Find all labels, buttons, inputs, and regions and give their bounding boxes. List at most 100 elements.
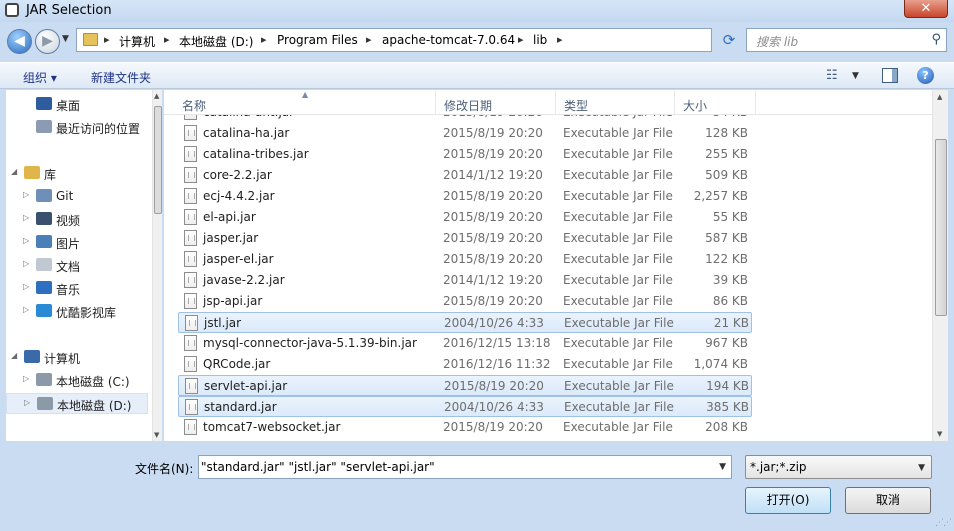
nav-item[interactable]: ▷ 音乐 xyxy=(6,278,148,299)
breadcrumb-lib[interactable]: lib xyxy=(533,33,547,47)
breadcrumb-separator-icon[interactable]: ▸ xyxy=(104,33,110,46)
collapsed-arrow-icon[interactable]: ▷ xyxy=(23,190,29,199)
expanded-arrow-icon[interactable]: ◢ xyxy=(11,351,17,360)
filename-combobox[interactable]: ▼ xyxy=(198,455,732,479)
file-row[interactable]: catalina-tribes.jar 2015/8/19 20:20 Execut… xyxy=(178,144,752,165)
new-folder-button[interactable]: 新建文件夹 xyxy=(91,69,151,86)
file-scroll-thumb[interactable] xyxy=(935,139,947,316)
file-row[interactable]: jasper.jar 2015/8/19 20:20 Executable Jar … xyxy=(178,228,752,249)
nav-item[interactable]: 桌面 xyxy=(6,94,148,115)
file-row[interactable]: catalina-ant.jar 2015/8/19 20:20 Executabl… xyxy=(178,115,752,123)
file-type: Executable Jar File xyxy=(563,252,673,266)
cancel-button[interactable]: 取消 xyxy=(845,487,931,514)
scroll-up-icon[interactable]: ▲ xyxy=(937,93,942,101)
breadcrumb-separator-icon[interactable]: ▸ xyxy=(518,33,524,46)
close-button[interactable]: ✕ xyxy=(904,0,948,18)
file-scrollbar[interactable]: ▲ ▼ xyxy=(932,90,948,441)
forward-button[interactable]: ▶ xyxy=(35,29,60,54)
collapsed-arrow-icon[interactable]: ▷ xyxy=(23,305,29,314)
collapsed-arrow-icon[interactable]: ▷ xyxy=(23,213,29,222)
view-options-icon[interactable]: ☷ xyxy=(826,68,838,83)
nav-item[interactable]: ▷ 优酷影视库 xyxy=(6,301,148,322)
file-size: 21 KB xyxy=(713,316,749,330)
file-row[interactable]: jstl.jar 2004/10/26 4:33 Executable Jar Fi… xyxy=(178,312,752,333)
file-size: 967 KB xyxy=(705,336,748,350)
nav-item[interactable]: ◢ 计算机 xyxy=(6,347,148,368)
organize-button[interactable]: 组织 ▾ xyxy=(23,69,57,86)
file-row[interactable]: standard.jar 2004/10/26 4:33 Executable Ja… xyxy=(178,396,752,417)
breadcrumb-separator-icon[interactable]: ▸ xyxy=(261,33,267,46)
file-name: catalina-ant.jar xyxy=(203,115,294,119)
nav-item[interactable]: ▷ 视频 xyxy=(6,209,148,230)
address-bar[interactable]: ▸ 计算机 ▸ 本地磁盘 (D:) ▸ Program Files ▸ apac… xyxy=(76,28,776,52)
breadcrumb-drive-d[interactable]: 本地磁盘 (D:) xyxy=(179,33,253,50)
file-size: 128 KB xyxy=(705,126,748,140)
search-icon[interactable]: ⚲ xyxy=(931,32,941,47)
file-row[interactable]: jasper-el.jar 2015/8/19 20:20 Executable J… xyxy=(178,249,752,270)
file-row[interactable]: ecj-4.4.2.jar 2015/8/19 20:20 Executable J… xyxy=(178,186,752,207)
history-dropdown-icon[interactable]: ▼ xyxy=(62,34,69,44)
title-bar: JAR Selection ✕ xyxy=(0,0,954,22)
breadcrumb-computer[interactable]: 计算机 xyxy=(119,33,155,50)
filename-input[interactable] xyxy=(201,458,711,476)
column-name[interactable]: 名称 xyxy=(174,90,436,115)
nav-item[interactable]: ▷ 本地磁盘 (C:) xyxy=(6,370,148,391)
chevron-down-icon[interactable]: ▼ xyxy=(918,463,925,473)
collapsed-arrow-icon[interactable]: ▷ xyxy=(23,259,29,268)
refresh-button[interactable]: ⟳ xyxy=(718,29,740,51)
collapsed-arrow-icon[interactable]: ▷ xyxy=(23,236,29,245)
column-type[interactable]: 类型 xyxy=(556,90,675,115)
address-row: ◀ ▶ ▼ ▸ 计算机 ▸ 本地磁盘 (D:) ▸ Program Files … xyxy=(0,22,954,58)
open-button[interactable]: 打开(O) xyxy=(745,487,831,514)
file-row[interactable]: tomcat7-websocket.jar 2015/8/19 20:20 Exec… xyxy=(178,417,752,438)
file-row[interactable]: mysql-connector-java-5.1.39-bin.jar 2016/… xyxy=(178,333,752,354)
expanded-arrow-icon[interactable]: ◢ xyxy=(11,167,17,176)
collapsed-arrow-icon[interactable]: ▷ xyxy=(23,374,29,383)
nav-item[interactable]: 最近访问的位置 xyxy=(6,117,148,138)
nav-scrollbar[interactable]: ▲ ▼ xyxy=(152,90,162,441)
file-row[interactable]: catalina-ha.jar 2015/8/19 20:20 Executable… xyxy=(178,123,752,144)
file-name: standard.jar xyxy=(204,400,277,414)
breadcrumb-separator-icon[interactable]: ▸ xyxy=(164,33,170,46)
jar-file-icon xyxy=(184,167,197,183)
column-date[interactable]: 修改日期 xyxy=(436,90,556,115)
nav-item[interactable]: ◢ 库 xyxy=(6,163,148,184)
file-row[interactable]: jsp-api.jar 2015/8/19 20:20 Executable Jar… xyxy=(178,291,752,312)
help-icon[interactable]: ? xyxy=(917,67,934,84)
breadcrumb-tomcat[interactable]: apache-tomcat-7.0.64 xyxy=(382,33,515,47)
file-type: Executable Jar File xyxy=(563,115,673,119)
back-button[interactable]: ◀ xyxy=(7,29,32,54)
scroll-up-icon[interactable]: ▲ xyxy=(154,92,159,100)
nav-item[interactable]: ▷ 图片 xyxy=(6,232,148,253)
breadcrumb-separator-icon[interactable]: ▸ xyxy=(557,33,563,46)
navigation-pane: 桌面 最近访问的位置 ◢ 库 ▷ Git ▷ 视频 ▷ 图片 ▷ 文档 ▷ 音乐 ▷ 优酷影视库 ◢ 计算机 ▷ 本地… xyxy=(6,90,162,441)
file-row[interactable]: QRCode.jar 2016/12/16 11:32 Executable Jar… xyxy=(178,354,752,375)
file-row[interactable]: core-2.2.jar 2014/1/12 19:20 Executable Ja… xyxy=(178,165,752,186)
view-dropdown-icon[interactable]: ▼ xyxy=(852,71,859,81)
preview-pane-icon[interactable] xyxy=(882,68,898,83)
file-date: 2015/8/19 20:20 xyxy=(443,115,543,119)
file-type-select[interactable]: *.jar;*.zip ▼ xyxy=(745,455,932,479)
file-name: catalina-tribes.jar xyxy=(203,147,309,161)
file-size: 255 KB xyxy=(705,147,748,161)
breadcrumb-separator-icon[interactable]: ▸ xyxy=(366,33,372,46)
column-size[interactable]: 大小 xyxy=(675,90,756,115)
nav-item[interactable]: ▷ Git xyxy=(6,186,148,207)
file-row[interactable]: javase-2.2.jar 2014/1/12 19:20 Executable … xyxy=(178,270,752,291)
nav-item[interactable]: ▷ 本地磁盘 (D:) xyxy=(6,393,148,414)
nav-item[interactable]: ▷ 文档 xyxy=(6,255,148,276)
nav-scroll-thumb[interactable] xyxy=(154,106,162,214)
resize-grip-icon[interactable]: ⋰⋰ xyxy=(935,518,952,528)
chevron-down-icon[interactable]: ▼ xyxy=(719,462,726,472)
file-name: el-api.jar xyxy=(203,210,256,224)
scroll-down-icon[interactable]: ▼ xyxy=(154,431,159,439)
nav-item-label: 图片 xyxy=(56,237,81,251)
collapsed-arrow-icon[interactable]: ▷ xyxy=(24,398,30,407)
scroll-down-icon[interactable]: ▼ xyxy=(937,430,942,438)
file-row[interactable]: el-api.jar 2015/8/19 20:20 Executable Jar … xyxy=(178,207,752,228)
collapsed-arrow-icon[interactable]: ▷ xyxy=(23,282,29,291)
file-date: 2015/8/19 20:20 xyxy=(443,189,543,203)
breadcrumb-program-files[interactable]: Program Files xyxy=(277,33,358,47)
search-input[interactable]: 搜索 lib ⚲ xyxy=(746,28,947,52)
file-row[interactable]: servlet-api.jar 2015/8/19 20:20 Executable… xyxy=(178,375,752,396)
